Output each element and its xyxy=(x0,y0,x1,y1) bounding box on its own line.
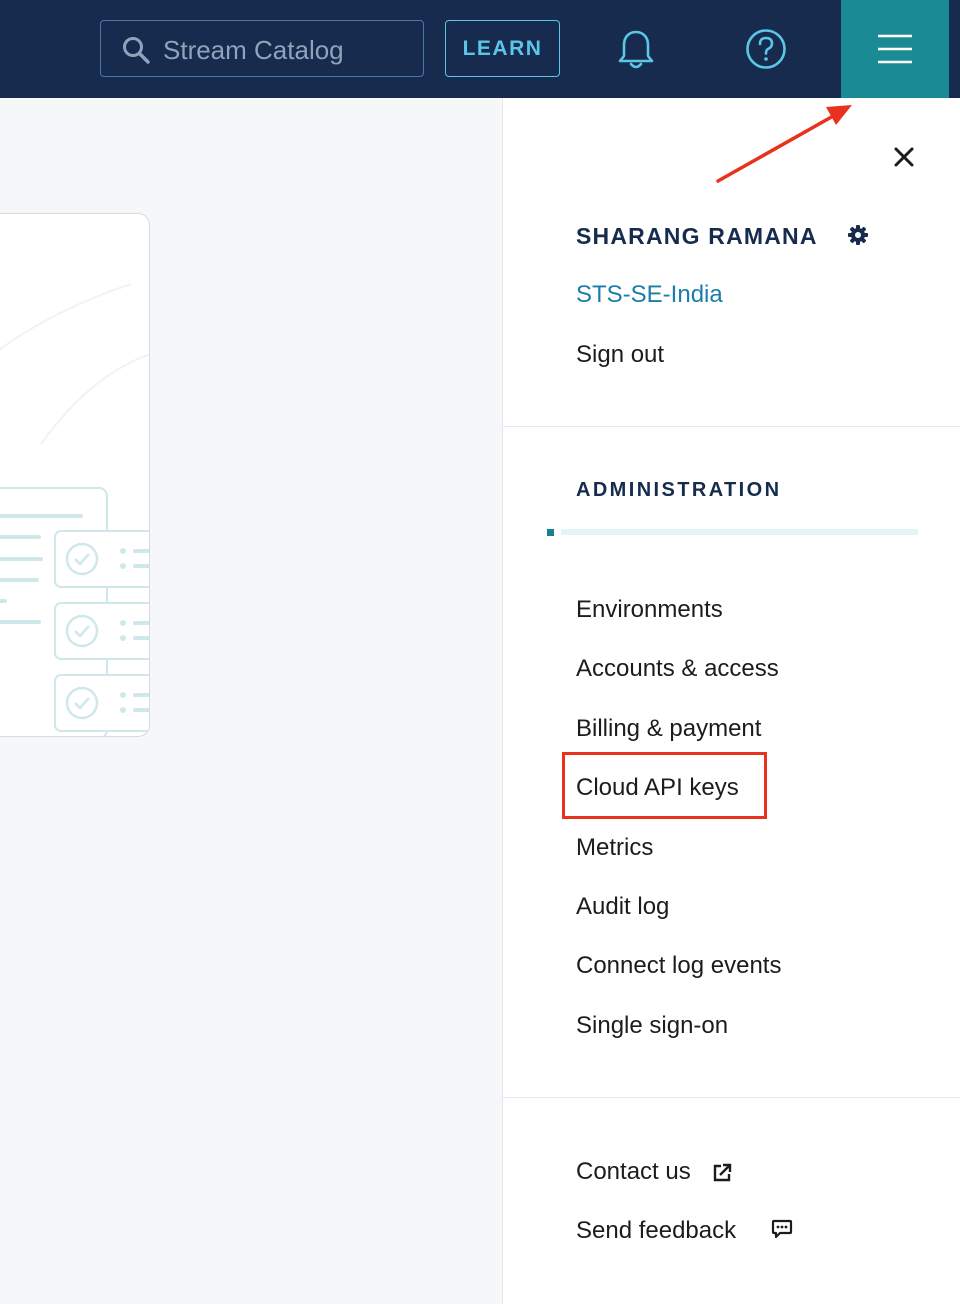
help-circle-icon[interactable] xyxy=(744,27,788,71)
close-icon[interactable] xyxy=(893,146,915,168)
nav-metrics[interactable]: Metrics xyxy=(576,834,653,862)
organization-link[interactable]: STS-SE-India xyxy=(576,281,723,309)
send-feedback-link[interactable]: Send feedback xyxy=(576,1217,736,1245)
search-icon xyxy=(123,37,150,64)
section-divider xyxy=(503,426,960,427)
account-menu-panel: SHARANG RAMANA STS-SE-India Sign out ADM… xyxy=(502,98,960,1304)
external-link-icon xyxy=(713,1163,732,1182)
hamburger-menu-icon xyxy=(878,34,912,64)
stream-catalog-search[interactable]: Stream Catalog xyxy=(100,20,424,77)
bell-icon[interactable] xyxy=(612,26,660,74)
search-placeholder: Stream Catalog xyxy=(163,35,344,65)
nav-billing-payment[interactable]: Billing & payment xyxy=(576,715,761,743)
red-arrow-annotation xyxy=(716,105,852,183)
user-name: SHARANG RAMANA xyxy=(576,223,818,249)
learn-button[interactable]: LEARN xyxy=(445,20,560,77)
background-illustration-card xyxy=(0,213,150,737)
chat-bubble-icon xyxy=(771,1219,793,1239)
sign-out-link[interactable]: Sign out xyxy=(576,341,664,369)
nav-connect-log-events[interactable]: Connect log events xyxy=(576,952,781,980)
nav-environments[interactable]: Environments xyxy=(576,596,723,624)
administration-underline xyxy=(547,528,918,536)
hamburger-menu-button[interactable] xyxy=(841,0,949,98)
section-divider xyxy=(503,1097,960,1098)
administration-heading: ADMINISTRATION xyxy=(576,479,782,501)
server-list-illustration xyxy=(0,283,149,736)
page: Stream Catalog LEARN SHARANG RAMANA STS-… xyxy=(0,0,960,1304)
nav-single-sign-on[interactable]: Single sign-on xyxy=(576,1012,728,1040)
gear-icon[interactable] xyxy=(848,225,868,245)
nav-audit-log[interactable]: Audit log xyxy=(576,893,669,921)
cloud-api-keys-highlight xyxy=(562,752,767,819)
top-nav-bar: Stream Catalog LEARN xyxy=(0,0,960,98)
nav-accounts-access[interactable]: Accounts & access xyxy=(576,655,779,683)
contact-us-link[interactable]: Contact us xyxy=(576,1158,691,1186)
